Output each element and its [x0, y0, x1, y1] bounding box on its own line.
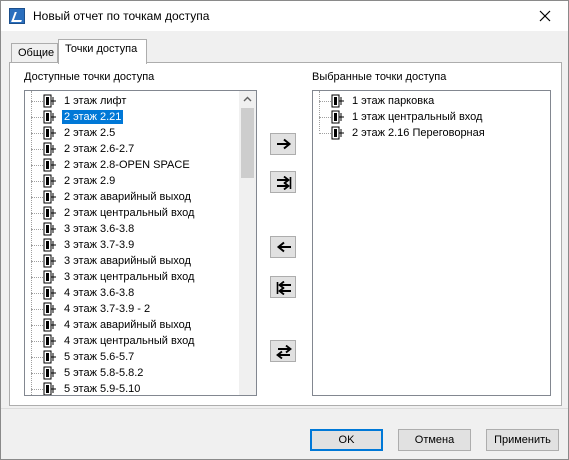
selected-point-item-label: 1 этаж центральный вход	[352, 111, 483, 123]
available-point-item-label: 2 этаж центральный вход	[64, 207, 195, 219]
apply-button[interactable]: Применить	[486, 429, 559, 451]
access-point-door-icon	[43, 270, 57, 284]
access-point-door-icon	[43, 174, 57, 188]
tab-general[interactable]: Общие	[11, 43, 58, 63]
selected-points-label: Выбранные точки доступа	[312, 71, 447, 83]
available-point-item-label: 4 этаж 3.6-3.8	[64, 287, 135, 299]
available-point-item-label: 4 этаж центральный вход	[64, 335, 195, 347]
tab-panel-access-points: Доступные точки доступа Выбранные точки …	[9, 62, 562, 406]
ok-button[interactable]: OK	[310, 429, 383, 451]
title-bar: Новый отчет по точкам доступа	[1, 1, 568, 31]
access-point-door-icon	[43, 142, 57, 156]
access-point-door-icon	[43, 318, 57, 332]
available-point-item-label: 3 этаж центральный вход	[64, 271, 195, 283]
remove-point-button[interactable]	[270, 236, 296, 258]
button-bar-separator	[1, 408, 568, 409]
available-point-item-label: 3 этаж аварийный выход	[64, 255, 191, 267]
access-point-door-icon	[43, 238, 57, 252]
tree-line	[31, 91, 32, 395]
add-point-button[interactable]	[270, 133, 296, 155]
arrow-right-icon	[277, 138, 292, 150]
available-point-item-label: 5 этаж 5.6-5.7	[64, 351, 135, 363]
available-point-item-label: 5 этаж 5.9-5.10	[64, 383, 141, 395]
available-point-item-label: 1 этаж лифт	[64, 95, 127, 107]
access-point-door-icon	[43, 126, 57, 140]
available-points-label: Доступные точки доступа	[24, 71, 155, 83]
app-icon	[9, 8, 25, 24]
access-point-door-icon	[43, 206, 57, 220]
available-points-list[interactable]: 1 этаж лифт 2 этаж 2.21 2 этаж 2.5 2 этаж 2…	[24, 90, 257, 396]
arrow-left-all-icon	[276, 281, 291, 295]
access-point-door-icon	[43, 254, 57, 268]
access-point-door-icon	[43, 158, 57, 172]
available-point-item-label: 3 этаж 3.7-3.9	[64, 239, 135, 251]
scroll-up-button[interactable]	[239, 91, 256, 108]
arrow-right-all-icon	[277, 176, 292, 190]
available-point-item-label: 2 этаж 2.6-2.7	[64, 143, 135, 155]
close-button[interactable]	[522, 1, 568, 31]
access-point-door-icon	[43, 366, 57, 380]
selected-points-list[interactable]: 1 этаж парковка 1 этаж центральный вход 2 …	[312, 90, 551, 396]
access-point-door-icon	[331, 110, 345, 124]
access-point-door-icon	[43, 382, 57, 395]
available-point-item-label: 4 этаж 3.7-3.9 - 2	[64, 303, 151, 315]
access-point-door-icon	[43, 190, 57, 204]
window-title: Новый отчет по точкам доступа	[33, 9, 210, 23]
tab-access-points[interactable]: Точки доступа	[58, 39, 147, 64]
available-point-item-label: 2 этаж аварийный выход	[64, 191, 191, 203]
available-point-item-label: 2 этаж 2.9	[64, 175, 116, 187]
available-list-scrollbar[interactable]	[239, 91, 256, 395]
access-point-door-icon	[43, 286, 57, 300]
dialog-window: Новый отчет по точкам доступа Общие Точк…	[0, 0, 569, 460]
arrow-left-icon	[276, 241, 291, 253]
access-point-door-icon	[43, 94, 57, 108]
available-point-item-label: 5 этаж 5.8-5.8.2	[64, 367, 144, 379]
available-point-item-label: 2 этаж 2.5	[64, 127, 116, 139]
access-point-door-icon	[43, 350, 57, 364]
available-point-item-label: 3 этаж 3.6-3.8	[64, 223, 135, 235]
available-point-item-label: 2 этаж 2.21	[60, 109, 125, 125]
remove-all-points-button[interactable]	[270, 276, 296, 298]
chevron-up-icon	[243, 96, 252, 102]
access-point-door-icon	[43, 110, 57, 124]
add-all-points-button[interactable]	[270, 171, 296, 193]
swap-points-button[interactable]	[270, 340, 296, 362]
access-point-door-icon	[43, 302, 57, 316]
selected-point-item-label: 1 этаж парковка	[352, 95, 435, 107]
close-icon	[539, 10, 551, 22]
swap-arrows-icon	[276, 345, 292, 359]
scrollbar-thumb[interactable]	[241, 108, 254, 178]
selected-point-item-label: 2 этаж 2.16 Переговорная	[352, 127, 485, 139]
available-point-item-label: 4 этаж аварийный выход	[64, 319, 191, 331]
access-point-door-icon	[331, 126, 345, 140]
tree-line	[319, 91, 320, 131]
access-point-door-icon	[331, 94, 345, 108]
cancel-button[interactable]: Отмена	[398, 429, 471, 451]
available-point-item-label: 2 этаж 2.8-OPEN SPACE	[64, 159, 190, 171]
access-point-door-icon	[43, 334, 57, 348]
access-point-door-icon	[43, 222, 57, 236]
